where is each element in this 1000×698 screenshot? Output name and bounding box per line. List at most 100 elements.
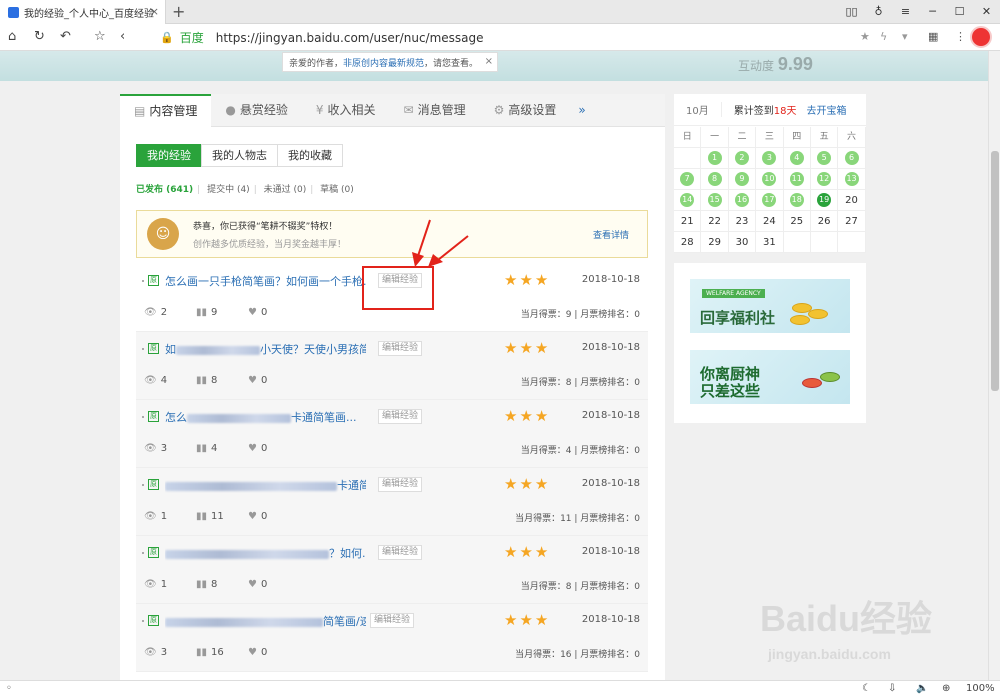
honor-detail-link[interactable]: 查看详情 bbox=[593, 228, 629, 241]
experience-title[interactable]: 怎么 卡通简笔画... bbox=[165, 409, 366, 425]
votes-stat: ▮▮ 16 bbox=[196, 647, 224, 658]
download-icon[interactable]: ⇩ bbox=[888, 683, 896, 694]
notice-bar: 亲爱的作者， 非原创内容最新规范 ，请您查看。 × bbox=[282, 52, 498, 72]
calendar-day: 15 bbox=[701, 190, 729, 211]
flash-icon[interactable]: ϟ bbox=[880, 30, 887, 43]
zoom-level[interactable]: 100% bbox=[966, 683, 995, 694]
open-treasure-link[interactable]: 去开宝箱 bbox=[806, 102, 846, 117]
ad-tag: WELFARE AGENCY bbox=[702, 289, 765, 298]
monthly-votes: 当月得票：16 | 月票榜排名：0 bbox=[515, 650, 640, 660]
publish-date: 2018-10-18 bbox=[581, 478, 640, 489]
skin-icon[interactable]: ♁ bbox=[865, 0, 892, 24]
zoom-icon[interactable]: ⊕ bbox=[942, 683, 950, 694]
ad-welfare[interactable]: WELFARE AGENCY 回享福利社 bbox=[690, 279, 850, 333]
calendar-day: 28 bbox=[674, 232, 702, 253]
dropdown-icon[interactable]: ▾ bbox=[902, 30, 908, 43]
experience-title[interactable]: 简笔画/速... bbox=[165, 613, 366, 629]
page-scrollbar[interactable] bbox=[988, 51, 1000, 680]
edit-experience-button[interactable]: 编辑经验 bbox=[378, 341, 423, 356]
calendar-day: 2 bbox=[728, 148, 757, 169]
tab-income[interactable]: ¥ 收入相关 bbox=[302, 94, 390, 127]
tabs-more-button[interactable]: » bbox=[570, 94, 593, 127]
edit-experience-button[interactable]: 编辑经验 bbox=[378, 545, 423, 560]
food-icon bbox=[802, 378, 822, 388]
scrollbar-thumb[interactable] bbox=[991, 151, 999, 391]
calendar-day: 30 bbox=[728, 232, 757, 253]
edit-experience-button[interactable]: 编辑经验 bbox=[370, 613, 415, 628]
signed-day: 12 bbox=[817, 172, 832, 186]
experience-title[interactable]: 如 小天使？天使小男孩简... bbox=[165, 341, 366, 357]
likes-count: 0 bbox=[260, 307, 268, 318]
calendar-day: 26 bbox=[810, 211, 839, 232]
calendar-day: 18 bbox=[783, 190, 811, 211]
maximize-icon[interactable]: ☐ bbox=[946, 0, 973, 24]
experience-title[interactable]: 卡通简笔画... bbox=[165, 477, 366, 493]
day-number: 22 bbox=[708, 216, 721, 227]
calendar-day: 22 bbox=[701, 211, 729, 232]
title-text: 简笔画/速... bbox=[323, 615, 366, 628]
menu-icon[interactable]: ≡ bbox=[892, 0, 919, 24]
signed-day: 1 bbox=[707, 151, 722, 165]
calendar-day: 20 bbox=[838, 190, 866, 211]
tab-advanced[interactable]: ⚙ 高级设置 bbox=[480, 94, 571, 127]
content-icon: ▤ bbox=[134, 104, 146, 118]
filter-rejected[interactable]: 未通过 (0) bbox=[264, 185, 307, 195]
ui-mode-icon[interactable]: ▯▯ bbox=[838, 0, 865, 24]
watermark-url: jingyan.baidu.com bbox=[768, 646, 891, 662]
rating-stars: ★★★ bbox=[504, 543, 551, 561]
refresh-icon[interactable]: ↻ bbox=[34, 29, 45, 44]
experience-title[interactable]: 怎么画一只手枪简笔画？如何画一个手枪... bbox=[165, 273, 366, 289]
heart-icon: ♥ bbox=[248, 511, 257, 522]
new-tab-button[interactable]: + bbox=[172, 2, 185, 21]
day-number: 23 bbox=[735, 216, 749, 227]
original-badge: 原 bbox=[148, 343, 159, 354]
bar-chart-icon: ▮▮ bbox=[196, 307, 208, 318]
list-item: 原怎么 卡通简笔画... 编辑经验 ★★★ 2018-10-18 👁 3 ▮▮ 4 ♥ 0 当月得票：… bbox=[136, 400, 648, 468]
back-icon[interactable]: ‹ bbox=[120, 29, 125, 44]
undo-icon[interactable]: ↶ bbox=[60, 29, 71, 44]
browser-tab[interactable]: 我的经验_个人中心_百度经验 × bbox=[0, 0, 166, 24]
separator: | bbox=[310, 185, 314, 195]
url-field[interactable]: 🔒 百度 https://jingyan.baidu.com/user/nuc/… bbox=[160, 29, 484, 46]
heart-icon: ♥ bbox=[248, 579, 257, 590]
experience-title[interactable]: ？如何... bbox=[165, 545, 366, 561]
votes-count: 9 bbox=[211, 307, 218, 318]
yen-icon: ¥ bbox=[315, 103, 324, 117]
bounty-icon: ● bbox=[225, 103, 236, 117]
weekday-label: 一 bbox=[701, 127, 729, 148]
bar-chart-icon: ▮▮ bbox=[196, 579, 208, 590]
tab-close-icon[interactable]: × bbox=[150, 5, 159, 18]
subtab-my-experience[interactable]: 我的经验 bbox=[136, 144, 202, 167]
ad-chef[interactable]: 你离厨神只差这些 bbox=[690, 350, 850, 404]
close-window-icon[interactable]: ✕ bbox=[973, 0, 1000, 24]
notice-prefix: 亲爱的作者， bbox=[289, 58, 344, 69]
home-icon[interactable]: ⌂ bbox=[8, 29, 16, 44]
tab-content-management[interactable]: ▤ 内容管理 bbox=[120, 94, 212, 127]
bookmark-star-icon[interactable]: ☆ bbox=[94, 29, 106, 44]
likes-count: 0 bbox=[260, 375, 268, 386]
publish-date: 2018-10-18 bbox=[581, 614, 640, 625]
more-icon[interactable]: ⋮ bbox=[955, 30, 966, 43]
edit-experience-button[interactable]: 编辑经验 bbox=[378, 409, 423, 424]
filter-published[interactable]: 已发布 (641) bbox=[136, 185, 193, 195]
tab-bounty[interactable]: ● 悬赏经验 bbox=[211, 94, 302, 127]
edit-experience-button[interactable]: 编辑经验 bbox=[378, 477, 423, 492]
tab-messages[interactable]: ✉ 消息管理 bbox=[390, 94, 480, 127]
title-text: ？如何... bbox=[329, 547, 366, 560]
calendar-day: 29 bbox=[701, 232, 729, 253]
minimize-icon[interactable]: ─ bbox=[919, 0, 946, 24]
night-mode-icon[interactable]: ☾ bbox=[862, 683, 871, 694]
filter-draft[interactable]: 草稿 (0) bbox=[320, 185, 354, 195]
favorite-icon[interactable]: ★ bbox=[860, 30, 870, 43]
user-avatar[interactable] bbox=[970, 26, 992, 48]
subtab-my-favorites[interactable]: 我的收藏 bbox=[277, 144, 343, 167]
subtab-my-profiles[interactable]: 我的人物志 bbox=[201, 144, 278, 167]
day-number: 31 bbox=[763, 237, 776, 248]
notice-link[interactable]: 非原创内容最新规范 bbox=[343, 56, 424, 69]
filter-submitting[interactable]: 提交中 (4) bbox=[207, 185, 250, 195]
volume-icon[interactable]: 🔈 bbox=[916, 683, 928, 694]
apps-icon[interactable]: ▦ bbox=[928, 30, 938, 43]
calendar-day: 16 bbox=[728, 190, 757, 211]
notice-close-icon[interactable]: × bbox=[485, 56, 493, 67]
signed-day: 15 bbox=[707, 193, 722, 207]
